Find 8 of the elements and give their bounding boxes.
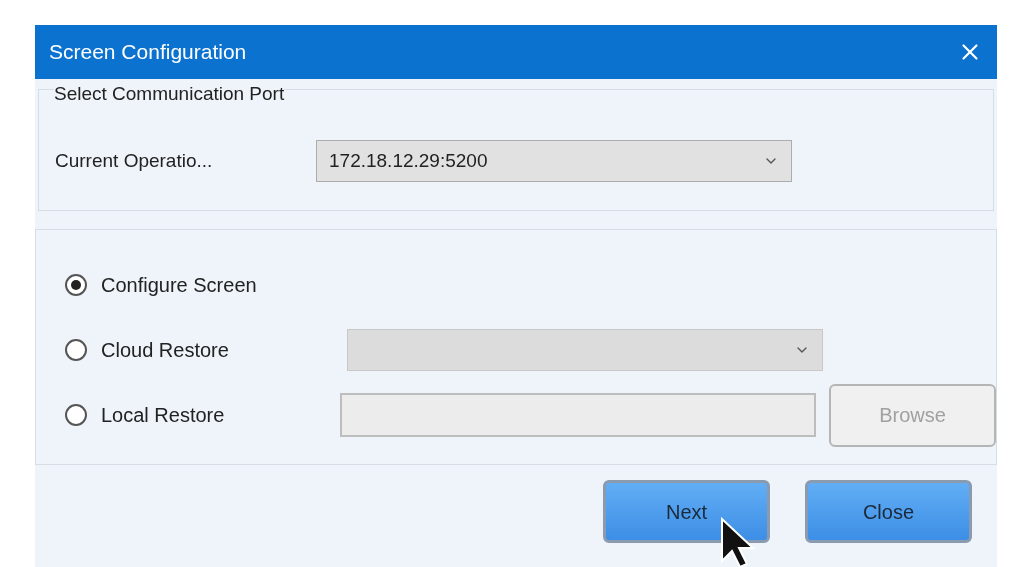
window-title: Screen Configuration: [49, 39, 247, 66]
port-select[interactable]: 172.18.12.29:5200: [316, 140, 792, 182]
mouse-cursor-icon: [720, 517, 756, 567]
dialog-button[interactable]: Next: [603, 480, 770, 543]
radio-button[interactable]: [65, 274, 87, 296]
dialog-button[interactable]: Close: [805, 480, 972, 543]
radio-label[interactable]: Configure Screen: [101, 270, 257, 300]
field-label: Current Operatio...: [55, 148, 214, 173]
